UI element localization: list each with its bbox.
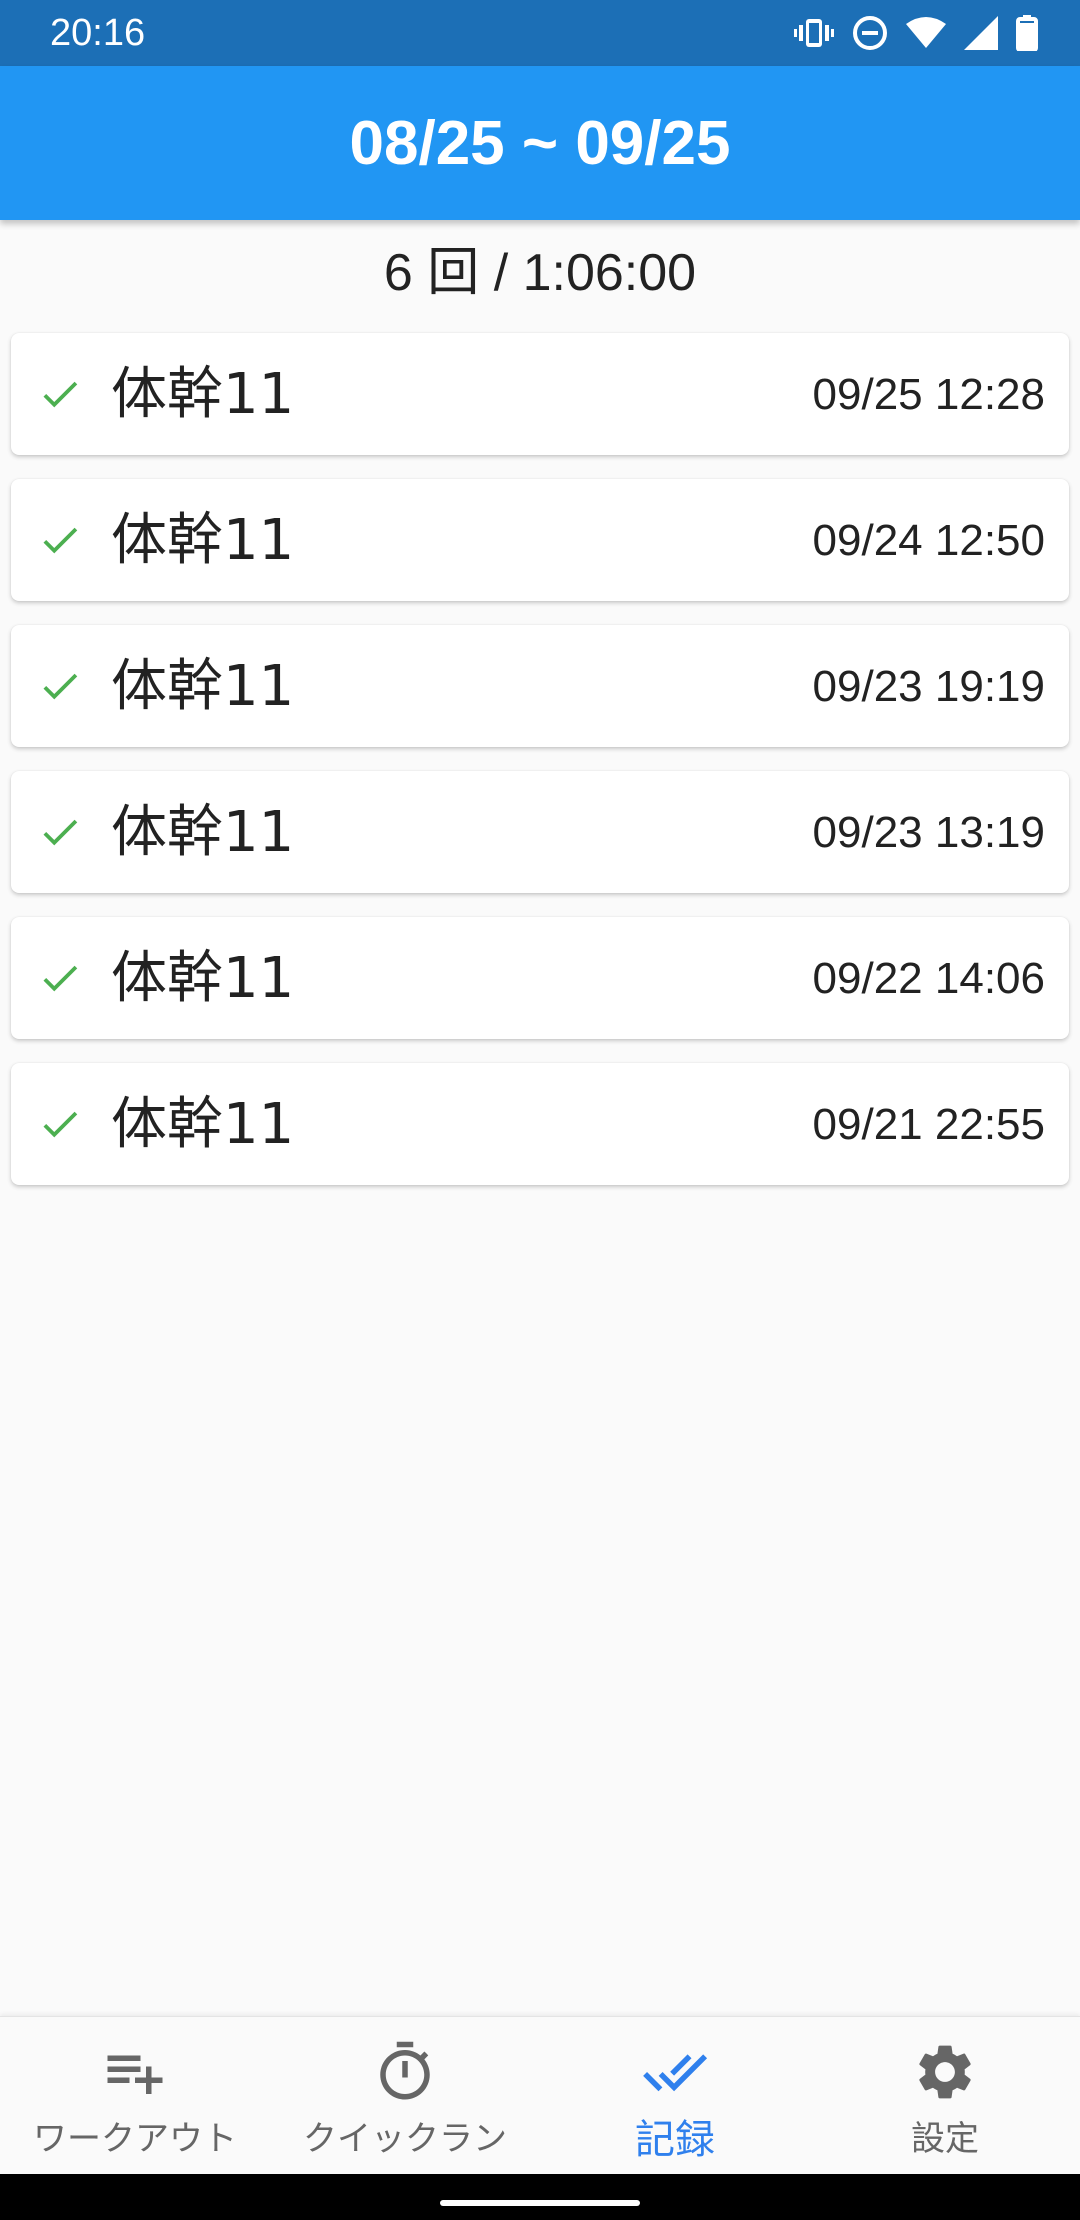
status-bar: 20:16	[0, 0, 1080, 66]
workout-name: 体幹11	[111, 362, 295, 427]
done-all-icon	[643, 2054, 708, 2092]
signal-icon	[964, 16, 998, 50]
check-icon	[43, 819, 78, 846]
list-item[interactable]: 体幹11 09/23 19:19	[11, 625, 1069, 747]
workout-datetime: 09/23 13:19	[812, 808, 1045, 857]
playlist-add-icon	[107, 2055, 163, 2094]
nav-label: クイックラン	[303, 2119, 507, 2159]
app-bar: 08/25 ~ 09/25	[0, 66, 1080, 220]
wifi-icon	[906, 17, 946, 48]
nav-label: 記録	[635, 2117, 715, 2163]
list-item[interactable]: 体幹11 09/22 14:06	[11, 917, 1069, 1039]
timer-icon	[380, 2041, 430, 2100]
gear-icon	[919, 2045, 971, 2099]
check-icon	[43, 965, 78, 992]
workout-name: 体幹11	[111, 654, 295, 719]
record-list: 体幹11 09/25 12:28 体幹11 09/24 12:50 体幹11 0…	[11, 333, 1069, 1209]
workout-name: 体幹11	[111, 508, 295, 573]
list-item[interactable]: 体幹11 09/25 12:28	[11, 333, 1069, 455]
workout-name: 体幹11	[111, 800, 295, 865]
system-navigation-bar	[0, 2174, 1080, 2220]
check-icon	[43, 1111, 78, 1138]
check-icon	[43, 527, 78, 554]
battery-icon	[1016, 15, 1038, 51]
vibrate-icon	[794, 19, 834, 47]
do-not-disturb-icon	[853, 16, 887, 50]
list-item[interactable]: 体幹11 09/23 13:19	[11, 771, 1069, 893]
list-item[interactable]: 体幹11 09/24 12:50	[11, 479, 1069, 601]
status-icons	[794, 12, 1038, 54]
page-title: 08/25 ~ 09/25	[349, 108, 731, 178]
check-icon	[43, 673, 78, 700]
nav-item-settings[interactable]: 設定	[810, 2017, 1080, 2175]
workout-datetime: 09/22 14:06	[812, 954, 1045, 1003]
home-gesture-handle[interactable]	[440, 2200, 640, 2206]
summary-text: 6 回 / 1:06:00	[383, 244, 697, 302]
check-icon	[43, 381, 78, 408]
list-item[interactable]: 体幹11 09/21 22:55	[11, 1063, 1069, 1185]
status-time: 20:16	[50, 12, 146, 54]
nav-item-quickrun[interactable]: クイックラン	[270, 2017, 540, 2175]
workout-datetime: 09/21 22:55	[812, 1100, 1045, 1149]
workout-datetime: 09/25 12:28	[812, 370, 1045, 419]
nav-item-workout[interactable]: ワークアウト	[0, 2017, 270, 2175]
workout-datetime: 09/24 12:50	[812, 516, 1045, 565]
nav-item-records[interactable]: 記録	[540, 2017, 810, 2175]
nav-label: 設定	[911, 2119, 979, 2159]
bottom-navigation: ワークアウト クイックラン 記録 設定	[0, 2016, 1080, 2175]
workout-datetime: 09/23 19:19	[812, 662, 1045, 711]
nav-label: ワークアウト	[33, 2119, 237, 2159]
workout-name: 体幹11	[111, 946, 295, 1011]
workout-name: 体幹11	[111, 1092, 295, 1157]
